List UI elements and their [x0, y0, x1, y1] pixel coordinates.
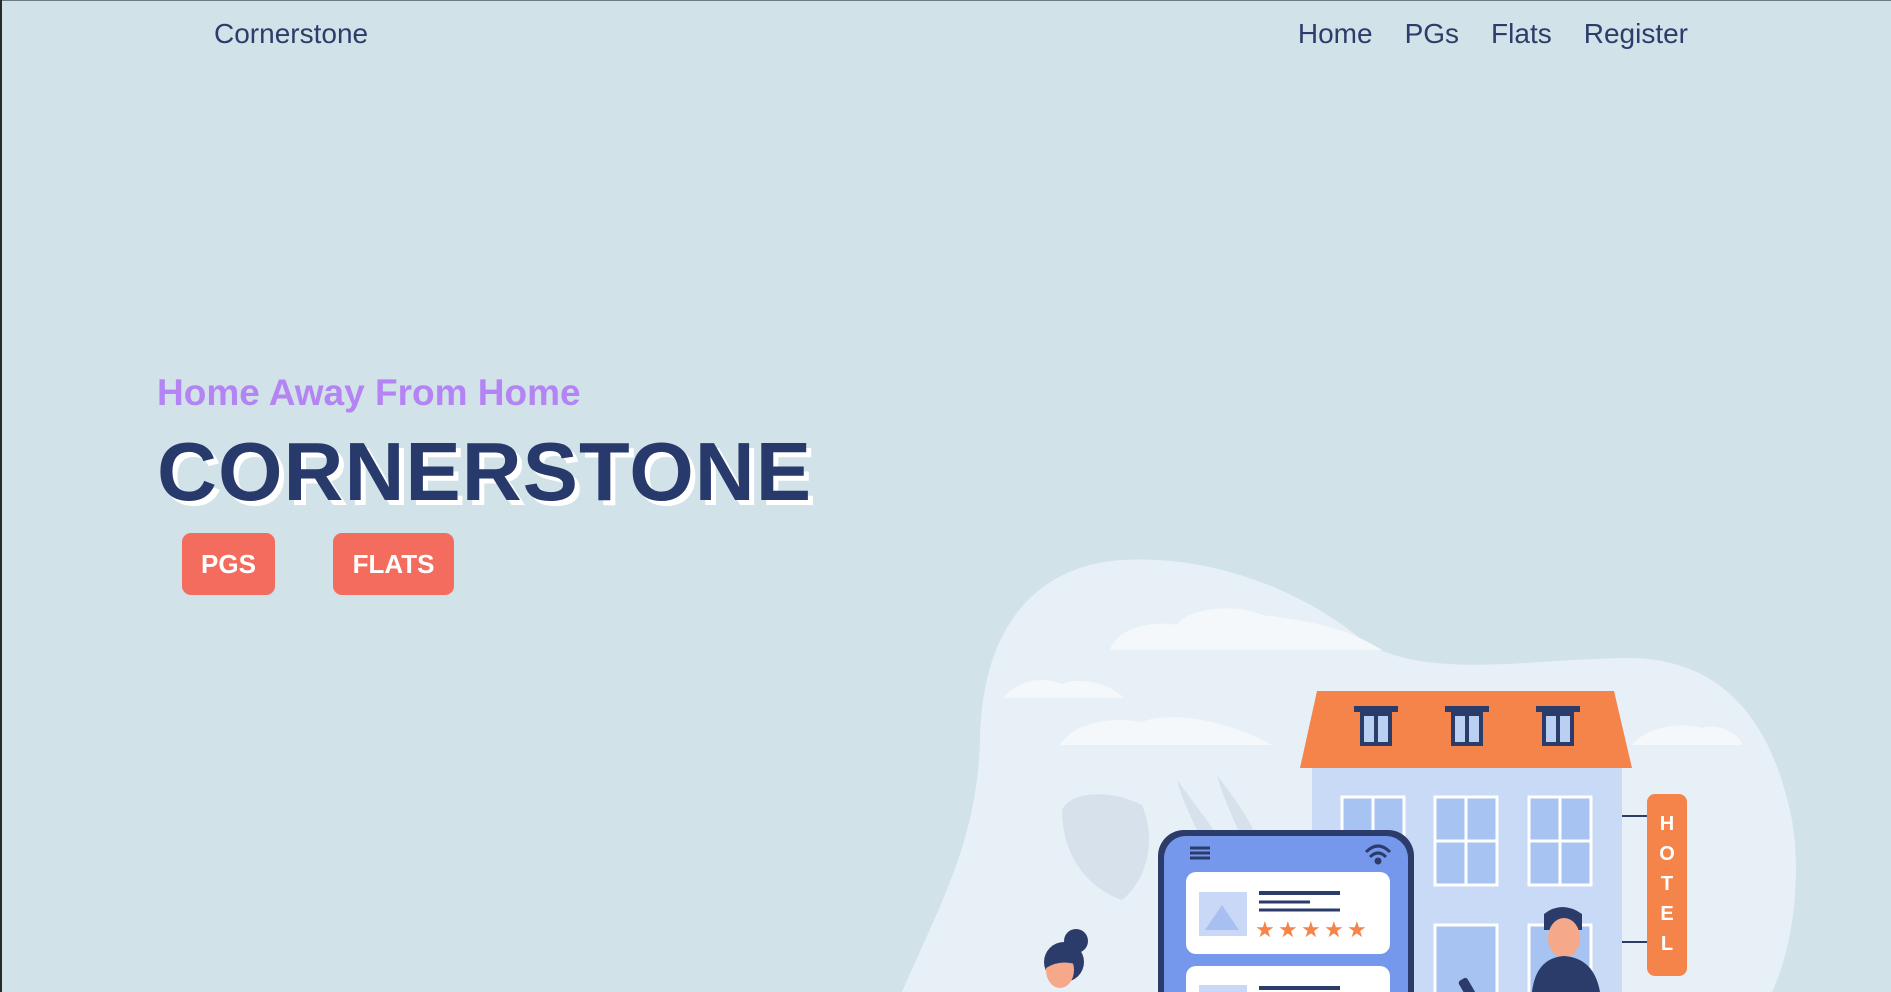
svg-text:★: ★	[1301, 918, 1321, 943]
svg-text:★: ★	[1255, 918, 1275, 943]
rating-stars-icon: ★ ★ ★ ★ ★	[1255, 918, 1367, 943]
flats-button[interactable]: FLATS	[333, 533, 454, 595]
nav-link-register[interactable]: Register	[1584, 18, 1688, 50]
hero-tagline: Home Away From Home	[157, 372, 581, 413]
brand-link[interactable]: Cornerstone	[214, 18, 368, 50]
hotel-sign-letter: E	[1660, 903, 1673, 925]
hotel-sign-letter: H	[1660, 813, 1674, 835]
hotel-sign-letter: T	[1661, 873, 1673, 895]
pgs-button[interactable]: PGS	[182, 533, 275, 595]
roof-windows	[1354, 706, 1580, 746]
hotel-booking-illustration: H O T E L ★ ★ ★ ★ ★	[902, 559, 1796, 992]
svg-text:★: ★	[1347, 918, 1367, 943]
menu-icon	[1190, 846, 1210, 860]
hotel-sign-letter: O	[1659, 843, 1675, 865]
nav-link-pgs[interactable]: PGs	[1405, 18, 1459, 50]
top-border	[2, 0, 1891, 1]
hotel-sign-letter: L	[1661, 933, 1673, 955]
top-nav: Home PGs Flats Register	[1298, 18, 1688, 50]
svg-text:★: ★	[1278, 918, 1298, 943]
hero-title: CORNERSTONE	[157, 425, 813, 518]
nav-link-flats[interactable]: Flats	[1491, 18, 1552, 50]
svg-text:★: ★	[1324, 918, 1344, 943]
nav-link-home[interactable]: Home	[1298, 18, 1373, 50]
